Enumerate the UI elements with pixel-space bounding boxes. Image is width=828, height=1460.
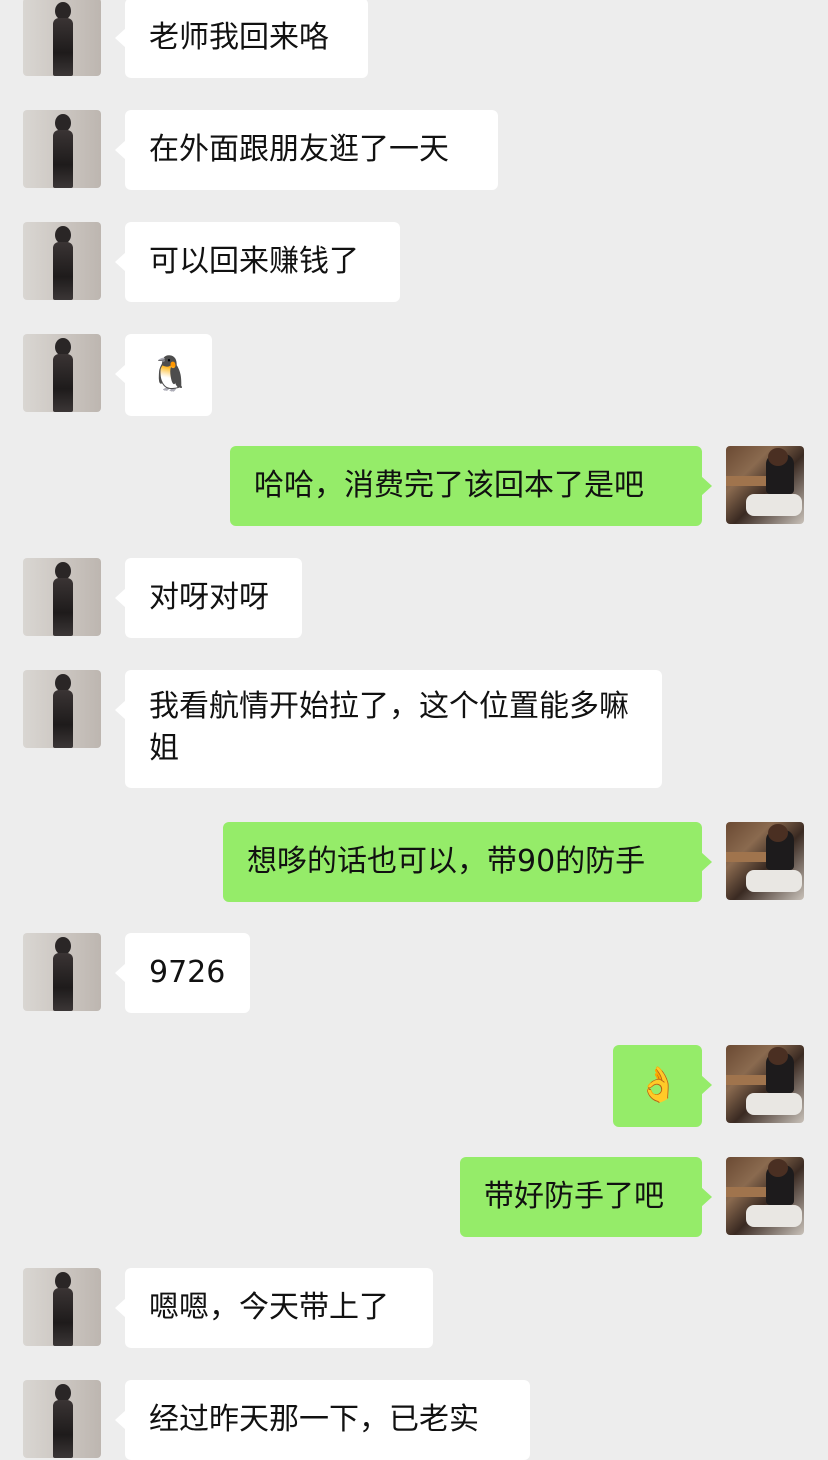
message-incoming: 对呀对呀 [0, 558, 828, 638]
message-bubble[interactable]: 对呀对呀 [115, 558, 302, 638]
message-incoming: 在外面跟朋友逛了一天 [0, 110, 828, 190]
message-incoming: 9726 [0, 933, 828, 1013]
message-outgoing: 带好防手了吧 [0, 1157, 828, 1237]
message-text: 对呀对呀 [149, 580, 269, 615]
message-bubble[interactable]: 🐧 [115, 334, 212, 416]
message-bubble[interactable]: 9726 [115, 933, 250, 1013]
message-text: 9726 [149, 955, 226, 990]
message-text: 想哆的话也可以，带90的防手 [247, 844, 646, 879]
chat-message-list[interactable]: 老师我回来咯 在外面跟朋友逛了一天 可以回来赚钱了 🐧 哈哈，消费完了该回本了是… [0, 0, 828, 1460]
message-incoming: 嗯嗯，今天带上了 [0, 1268, 828, 1348]
message-bubble[interactable]: 老师我回来咯 [115, 0, 368, 78]
my-avatar[interactable] [726, 822, 804, 900]
message-text: 嗯嗯，今天带上了 [149, 1290, 389, 1325]
penguin-icon: 🐧 [149, 354, 192, 394]
message-bubble[interactable]: 哈哈，消费完了该回本了是吧 [230, 446, 712, 526]
my-avatar[interactable] [726, 1045, 804, 1123]
ok-hand-icon: 👌 [637, 1065, 680, 1105]
message-incoming: 经过昨天那一下，已老实 [0, 1380, 828, 1460]
message-bubble[interactable]: 嗯嗯，今天带上了 [115, 1268, 433, 1348]
contact-avatar[interactable] [23, 1380, 101, 1458]
message-bubble[interactable]: 带好防手了吧 [460, 1157, 712, 1237]
contact-avatar[interactable] [23, 334, 101, 412]
message-bubble[interactable]: 👌 [613, 1045, 712, 1127]
contact-avatar[interactable] [23, 670, 101, 748]
message-bubble[interactable]: 在外面跟朋友逛了一天 [115, 110, 498, 190]
message-bubble[interactable]: 可以回来赚钱了 [115, 222, 400, 302]
message-text: 老师我回来咯 [149, 20, 329, 55]
contact-avatar[interactable] [23, 0, 101, 76]
message-outgoing: 想哆的话也可以，带90的防手 [0, 822, 828, 902]
message-bubble[interactable]: 我看航情开始拉了，这个位置能多嘛姐 [115, 670, 662, 788]
message-text: 带好防手了吧 [484, 1179, 664, 1214]
message-incoming: 我看航情开始拉了，这个位置能多嘛姐 [0, 670, 828, 788]
contact-avatar[interactable] [23, 558, 101, 636]
message-text: 在外面跟朋友逛了一天 [149, 132, 449, 167]
contact-avatar[interactable] [23, 110, 101, 188]
message-incoming: 老师我回来咯 [0, 0, 828, 80]
message-bubble[interactable]: 经过昨天那一下，已老实 [115, 1380, 530, 1460]
message-incoming: 🐧 [0, 334, 828, 416]
message-text: 我看航情开始拉了，这个位置能多嘛姐 [149, 689, 629, 766]
message-bubble[interactable]: 想哆的话也可以，带90的防手 [223, 822, 712, 902]
my-avatar[interactable] [726, 446, 804, 524]
message-text: 可以回来赚钱了 [149, 244, 359, 279]
message-incoming: 可以回来赚钱了 [0, 222, 828, 302]
message-text: 哈哈，消费完了该回本了是吧 [254, 468, 644, 503]
message-outgoing: 哈哈，消费完了该回本了是吧 [0, 446, 828, 526]
contact-avatar[interactable] [23, 222, 101, 300]
my-avatar[interactable] [726, 1157, 804, 1235]
message-outgoing: 👌 [0, 1045, 828, 1127]
contact-avatar[interactable] [23, 933, 101, 1011]
message-text: 经过昨天那一下，已老实 [149, 1402, 479, 1437]
contact-avatar[interactable] [23, 1268, 101, 1346]
